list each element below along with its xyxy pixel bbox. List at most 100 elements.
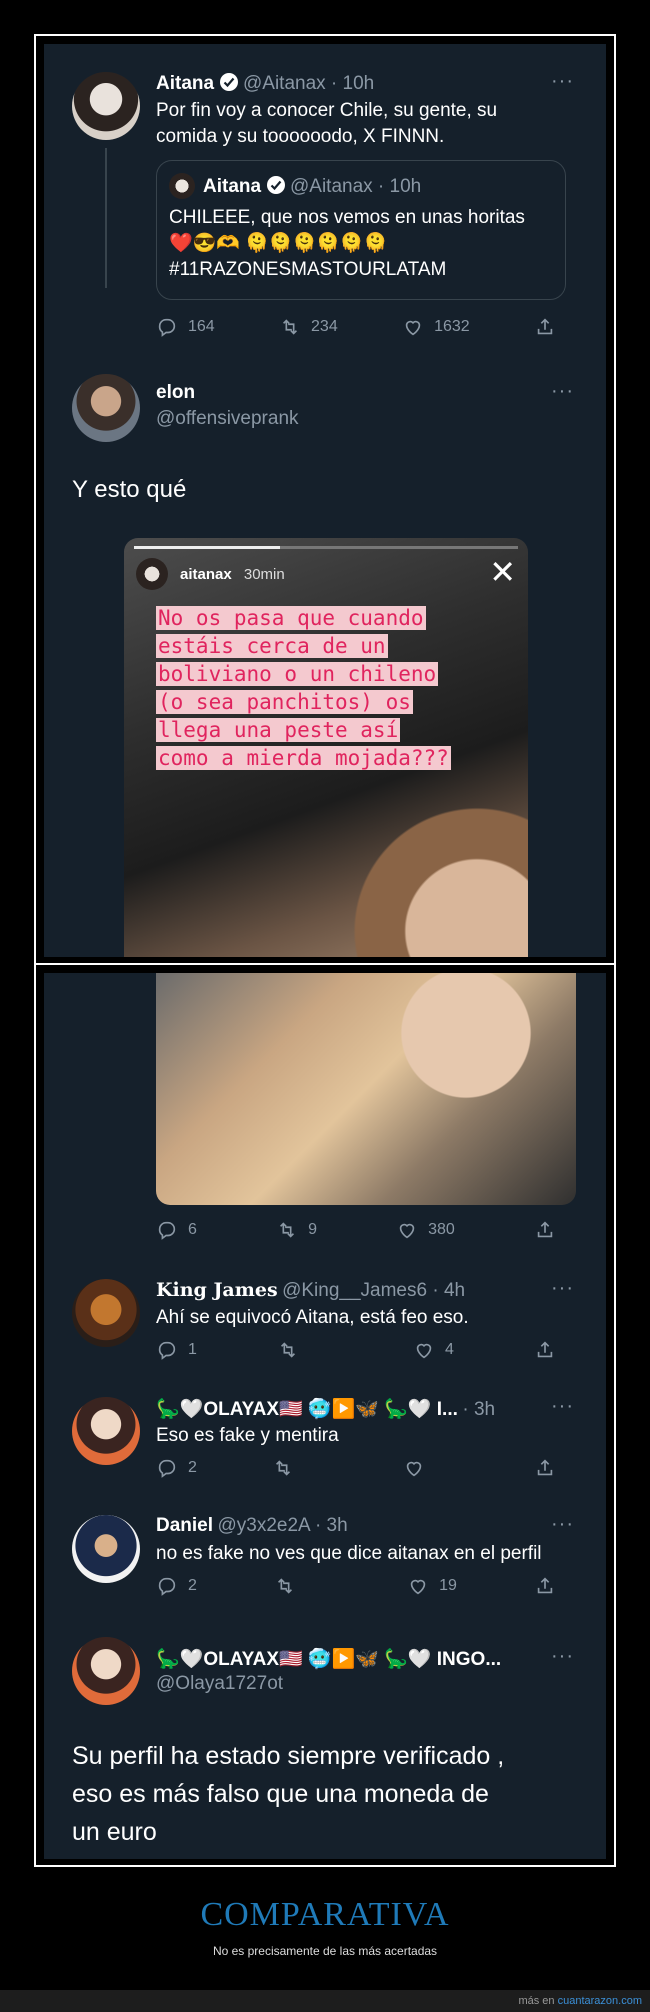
- reply-button[interactable]: 1: [156, 1339, 197, 1361]
- like-count: 4: [445, 1341, 454, 1358]
- share-button[interactable]: [534, 1219, 556, 1241]
- story-line: boliviano o un chileno: [156, 662, 439, 686]
- hair-shape: [334, 788, 528, 957]
- author-handle[interactable]: @Olaya1727ot: [156, 1673, 283, 1695]
- tweet3-line: eso es más falso que una moneda de: [72, 1780, 489, 1808]
- more-icon[interactable]: ···: [551, 1395, 574, 1418]
- heart-icon: [410, 1579, 426, 1595]
- author-handle[interactable]: @y3x2e2A · 3h: [217, 1515, 347, 1536]
- post-title: COMPARATIVA: [200, 1896, 450, 1933]
- share-icon: [537, 1341, 553, 1358]
- like-button[interactable]: 380: [396, 1219, 455, 1241]
- avatar-king-james[interactable]: [72, 1279, 140, 1347]
- author-handle[interactable]: @offensiveprank: [156, 408, 299, 430]
- share-button[interactable]: [534, 1339, 556, 1361]
- retweet-button[interactable]: [277, 1339, 333, 1361]
- retweet-button[interactable]: [272, 1457, 328, 1479]
- story-user: aitanax: [180, 566, 232, 583]
- retweet-button[interactable]: 9: [276, 1219, 317, 1241]
- author-name[interactable]: elon: [156, 382, 195, 404]
- quote-text-1: CHILEEE, que nos vemos en unas horitas: [169, 207, 525, 228]
- quote-author-handle: @Aitanax · 10h: [289, 176, 422, 197]
- author-name[interactable]: Daniel: [156, 1515, 213, 1536]
- avatar-aitana[interactable]: [72, 72, 140, 140]
- story-time: 30min: [243, 566, 285, 583]
- heart-icon: [406, 1461, 422, 1477]
- author-handle[interactable]: @King__James6 · 4h: [282, 1280, 465, 1301]
- retweet-button[interactable]: [274, 1575, 330, 1597]
- heart-icon: [405, 320, 421, 336]
- story-line: como a mierda mojada???: [156, 746, 451, 770]
- reply-count: 6: [188, 1221, 197, 1238]
- retweet-icon: [280, 1342, 295, 1358]
- reply-count: 164: [188, 318, 215, 335]
- tweet3-line: un euro: [72, 1818, 157, 1846]
- reply3-header: Daniel @y3x2e2A · 3h: [156, 1515, 348, 1537]
- quote-hashtag[interactable]: #11RAZONESMASTOURLATAM: [169, 257, 446, 283]
- like-button[interactable]: 4: [413, 1339, 454, 1361]
- heart-icon: [399, 1223, 415, 1239]
- retweet-button[interactable]: 234: [279, 316, 338, 338]
- site-footer: más en cuantarazon.com: [0, 1990, 650, 2012]
- share-icon: [537, 318, 553, 335]
- author-handle[interactable]: @Aitanax · 10h: [243, 73, 374, 94]
- share-button[interactable]: [534, 1575, 556, 1597]
- story-avatar: [136, 558, 168, 590]
- retweet-icon: [280, 1222, 295, 1238]
- story-image[interactable]: aitanax 30min ✕ No os pasa que cuando es…: [124, 538, 528, 957]
- reply-icon: [158, 318, 176, 337]
- screenshot-frame-1: Aitana @Aitanax · 10h ··· Por fin voy a …: [34, 34, 616, 965]
- author-name[interactable]: 🦕🤍OLAYAX🇺🇸 🥶▶️🦋 🦕🤍 INGO...: [156, 1647, 536, 1671]
- reply-icon: [158, 1221, 176, 1240]
- author-name[interactable]: Aitana: [156, 73, 214, 94]
- like-button[interactable]: 1632: [402, 316, 470, 338]
- retweet-icon: [275, 1460, 290, 1476]
- more-icon[interactable]: ···: [551, 1645, 574, 1668]
- retweet-count: 234: [311, 318, 338, 335]
- author-name[interactable]: 🦕🤍OLAYAX🇺🇸 🥶▶️🦋 🦕🤍 I...: [156, 1399, 458, 1420]
- heart-icon: [416, 1343, 432, 1359]
- reply-icon: [158, 1341, 176, 1360]
- author-name[interactable]: King James: [156, 1279, 278, 1301]
- more-icon[interactable]: ···: [551, 70, 574, 93]
- reply-button[interactable]: 2: [156, 1457, 197, 1479]
- story-line: llega una peste así: [156, 718, 401, 742]
- tweet2-actions: 6 9 380: [156, 1219, 556, 1241]
- story-image-continued[interactable]: [156, 973, 576, 1205]
- reply1-actions: 1 4: [156, 1339, 556, 1361]
- post-subtitle: No es precisamente de las más acertadas: [212, 1944, 438, 1958]
- quoted-tweet[interactable]: Aitana @Aitanax · 10h CHILEEE, que nos v…: [156, 160, 566, 300]
- quote-header: Aitana @Aitanax · 10h: [203, 175, 421, 198]
- like-count: 380: [428, 1221, 455, 1238]
- more-icon[interactable]: ···: [551, 1277, 574, 1300]
- avatar-daniel[interactable]: [72, 1515, 140, 1583]
- close-icon[interactable]: ✕: [489, 556, 516, 588]
- share-icon: [537, 1577, 553, 1594]
- tweet1-actions: 164 234 1632: [156, 316, 556, 338]
- author-handle[interactable]: · 3h: [462, 1399, 495, 1420]
- more-icon[interactable]: ···: [551, 380, 574, 403]
- reply-count: 2: [188, 1577, 197, 1594]
- quote-author-name: Aitana: [203, 176, 262, 197]
- like-button[interactable]: [403, 1457, 459, 1479]
- site-link[interactable]: cuantarazon.com: [558, 1995, 642, 2007]
- share-button[interactable]: [534, 316, 556, 338]
- retweet-icon: [283, 319, 298, 335]
- avatar-elon[interactable]: [72, 374, 140, 442]
- more-icon[interactable]: ···: [551, 1513, 574, 1536]
- reply-button[interactable]: 164: [156, 316, 215, 338]
- reply-button[interactable]: 2: [156, 1575, 197, 1597]
- reply-count: 1: [188, 1341, 197, 1358]
- reply-button[interactable]: 6: [156, 1219, 197, 1241]
- quote-emojis: ❤️😎🫶 🫠🫠🫠🫠🫠🫠: [169, 233, 388, 254]
- avatar-aitana-small: [169, 173, 195, 199]
- retweet-count: 9: [308, 1221, 317, 1238]
- share-button[interactable]: [534, 1457, 556, 1479]
- thread-line: [105, 148, 107, 288]
- verified-icon: [219, 73, 238, 91]
- like-button[interactable]: 19: [407, 1575, 457, 1597]
- avatar-olayax-large[interactable]: [72, 1637, 140, 1705]
- avatar-olayax[interactable]: [72, 1397, 140, 1465]
- verified-icon: [266, 176, 285, 194]
- screenshot-frame-2: 6 9 380 King James @King__James6 · 4h ··…: [34, 963, 616, 1867]
